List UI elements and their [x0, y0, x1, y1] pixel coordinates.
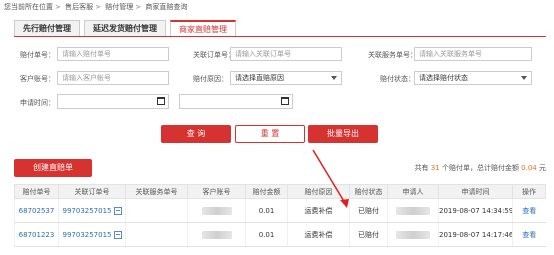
- apply-time-label: 申请时间：: [20, 99, 55, 107]
- summary-text: 共有 31 个赔付单，总计赔付金额 0.04 元: [415, 163, 546, 173]
- order-no-input[interactable]: 请输入关联订单号: [230, 47, 342, 61]
- column-header: 关联服务单号: [125, 184, 188, 199]
- breadcrumb-separator: >: [95, 3, 101, 11]
- view-link[interactable]: 查看: [512, 198, 546, 223]
- calendar-icon[interactable]: [157, 97, 165, 105]
- column-header: 赔付单号: [14, 184, 59, 199]
- tab-delay-shipping-claim[interactable]: 延迟发货赔付管理: [84, 20, 166, 37]
- breadcrumb-item[interactable]: 赔付管理: [105, 3, 133, 11]
- column-header: 客户账号: [187, 184, 246, 199]
- applicant-cell: [387, 222, 439, 247]
- breadcrumb-item[interactable]: 售后客服: [65, 3, 93, 11]
- account-no-label: 客户账号：: [20, 75, 55, 83]
- copy-icon[interactable]: [113, 206, 122, 215]
- summary-suffix: 元: [536, 164, 546, 172]
- column-header: 赔付金额: [245, 184, 288, 199]
- tab-merchant-direct-claim[interactable]: 商家直赔管理: [170, 20, 236, 37]
- account-no-input[interactable]: 请输入客户帐号: [57, 71, 169, 85]
- batch-export-button[interactable]: 批量导出: [308, 125, 378, 143]
- apply-time-end-input[interactable]: [179, 94, 293, 109]
- tab-bar: 先行赔付管理 延迟发货赔付管理 商家直赔管理: [14, 20, 240, 37]
- breadcrumb-item: 您当前所在位置: [4, 3, 53, 11]
- redacted-account: [201, 206, 232, 215]
- chevron-down-icon: [521, 76, 527, 80]
- applicant-cell: [387, 198, 439, 223]
- order-no-link[interactable]: 99703257015: [63, 231, 112, 239]
- redacted-account: [201, 230, 232, 239]
- order-no-cell[interactable]: 99703257015: [58, 198, 126, 223]
- copy-icon[interactable]: [113, 230, 122, 239]
- service-no-cell: [125, 222, 188, 247]
- redacted-applicant: [396, 206, 430, 215]
- create-direct-claim-button[interactable]: 创建直赔单: [14, 159, 92, 177]
- summary-count: 31: [430, 164, 440, 172]
- column-header: 赔付原因: [287, 184, 350, 199]
- service-no-cell: [125, 198, 188, 223]
- status-label: 赔付状态：: [380, 75, 415, 83]
- reason-select[interactable]: 请选择直赔原因: [230, 71, 342, 85]
- claim-no-link[interactable]: 68701223: [14, 222, 59, 247]
- status-cell: 已赔付: [349, 198, 388, 223]
- claim-no-link[interactable]: 68702537: [14, 198, 59, 223]
- claims-table: 赔付单号 关联订单号 关联服务单号 客户账号 赔付金额 赔付原因 赔付状态 申请…: [14, 184, 546, 247]
- apply-time-start-input[interactable]: [57, 94, 169, 109]
- time-cell: 2019-08-07 14:34:59: [438, 198, 513, 223]
- reason-label: 赔付原因：: [193, 75, 228, 83]
- breadcrumb: 您当前所在位置 > 售后客服 > 赔付管理 > 商家直赔查询: [4, 2, 187, 12]
- column-header: 赔付状态: [349, 184, 388, 199]
- reason-cell: 运费补偿: [287, 222, 350, 247]
- reset-button[interactable]: 重 置: [235, 125, 305, 143]
- status-cell: 已赔付: [349, 222, 388, 247]
- table-row: 68701223 99703257015 0.01 运费补偿 已赔付 2019-…: [14, 222, 546, 247]
- amount-cell: 0.01: [245, 198, 288, 223]
- reason-select-value: 请选择直赔原因: [235, 74, 284, 82]
- reason-cell: 运费补偿: [287, 198, 350, 223]
- breadcrumb-separator: >: [135, 3, 142, 11]
- status-select-value: 请选择赔付状态: [419, 74, 468, 82]
- view-link[interactable]: 查看: [512, 222, 546, 247]
- account-cell: [187, 222, 246, 247]
- chevron-down-icon: [331, 76, 337, 80]
- order-no-label: 关联订单号：: [193, 51, 235, 59]
- tab-underline: [14, 36, 546, 37]
- account-cell: [187, 198, 246, 223]
- calendar-icon[interactable]: [281, 97, 289, 105]
- table-header-row: 赔付单号 关联订单号 关联服务单号 客户账号 赔付金额 赔付原因 赔付状态 申请…: [14, 184, 546, 199]
- summary-prefix: 共有: [414, 164, 431, 172]
- column-header: 关联订单号: [58, 184, 126, 199]
- table-row: 68702537 99703257015 0.01 运费补偿 已赔付 2019-…: [14, 198, 546, 223]
- tab-advance-claim[interactable]: 先行赔付管理: [14, 20, 80, 37]
- query-button[interactable]: 查 询: [161, 125, 231, 143]
- claim-no-label: 赔付单号：: [20, 51, 55, 59]
- breadcrumb-item: 商家直赔查询: [145, 3, 188, 11]
- redacted-applicant: [396, 230, 430, 239]
- service-no-input[interactable]: 请输入关联服务单号: [414, 47, 532, 61]
- service-no-label: 关联服务单号：: [368, 51, 417, 59]
- amount-cell: 0.01: [245, 222, 288, 247]
- column-header: 申请时间: [438, 184, 513, 199]
- order-no-link[interactable]: 99703257015: [63, 207, 112, 215]
- breadcrumb-separator: >: [55, 3, 61, 11]
- time-cell: 2019-08-07 14:17:46: [438, 222, 513, 247]
- summary-amount: 0.04: [521, 164, 537, 172]
- status-select[interactable]: 请选择赔付状态: [414, 71, 532, 85]
- column-header: 操作: [512, 184, 546, 199]
- order-no-cell[interactable]: 99703257015: [58, 222, 126, 247]
- claim-no-input[interactable]: 请输入赔付单号: [57, 47, 169, 61]
- column-header: 申请人: [387, 184, 439, 199]
- summary-mid: 个赔付单，总计赔付金额: [439, 164, 522, 172]
